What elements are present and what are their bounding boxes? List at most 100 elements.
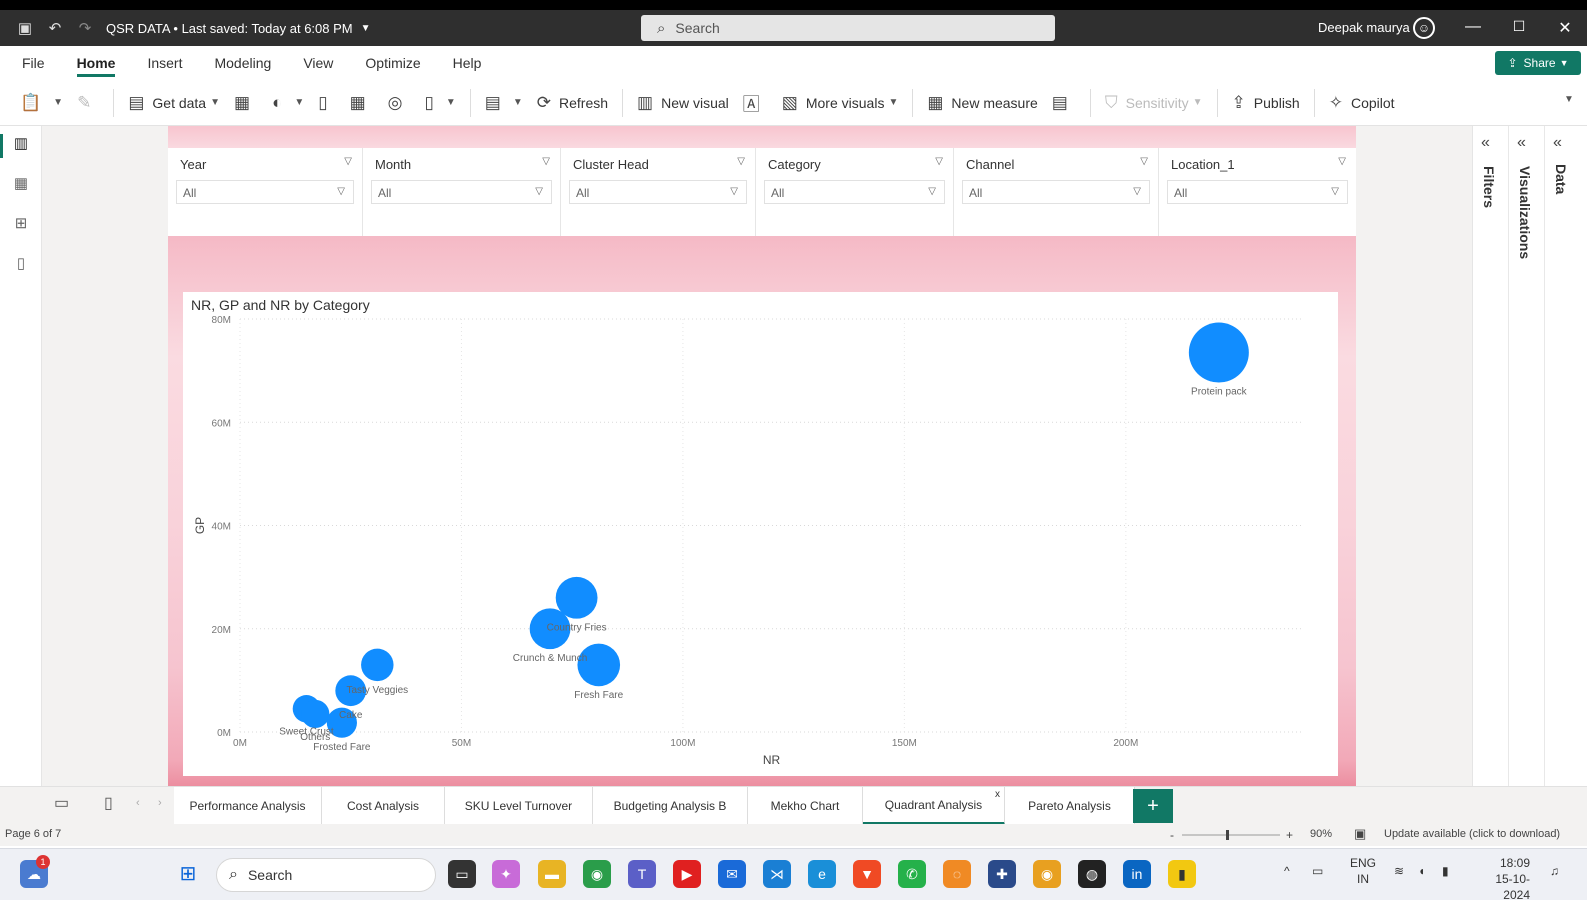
whatsapp-icon[interactable]: ✆ (898, 860, 926, 888)
menu-help[interactable]: Help (453, 49, 482, 77)
edge-icon[interactable]: e (808, 860, 836, 888)
tab-budgeting-analysis-b[interactable]: Budgeting Analysis B (593, 787, 748, 825)
add-page-button[interactable]: + (1133, 789, 1173, 823)
keyboard-icon[interactable]: ▭ (1312, 863, 1323, 879)
format-painter-button[interactable]: ✎ (77, 93, 99, 113)
menu-file[interactable]: File (22, 49, 45, 77)
collapse-data-icon[interactable]: « (1553, 134, 1562, 152)
bubble-protein-pack[interactable] (1188, 322, 1249, 383)
quick-measure-button[interactable]: ▤ (1052, 93, 1076, 113)
tab-scroll-left-icon[interactable]: ‹ (136, 797, 140, 809)
chrome-icon[interactable]: ◉ (583, 860, 611, 888)
update-available-link[interactable]: Update available (click to download) (1384, 828, 1560, 840)
undo-icon[interactable]: ↶ (40, 19, 70, 37)
mail-icon[interactable]: ✉ (718, 860, 746, 888)
teams-icon[interactable]: T (628, 860, 656, 888)
model-view-icon[interactable]: ⊞ (11, 214, 31, 234)
bubble-fresh-fare[interactable] (577, 643, 621, 687)
desktop-layout-icon[interactable]: ▭ (54, 793, 69, 813)
wifi-icon[interactable]: ≋ (1394, 863, 1404, 879)
vscode-icon[interactable]: ⋊ (763, 860, 791, 888)
power-bi-icon[interactable]: ▮ (1168, 860, 1196, 888)
publish-button[interactable]: ⇪ Publish (1232, 93, 1300, 113)
github-icon[interactable]: ◍ (1078, 860, 1106, 888)
close-tab-icon[interactable]: x (995, 789, 1000, 800)
minimize-icon[interactable]: — (1458, 18, 1488, 36)
more-visuals-button[interactable]: ▧ More visuals ▼ (782, 93, 899, 113)
jupyter-icon[interactable]: ◌ (943, 860, 971, 888)
text-box-button[interactable]: 🄰 (743, 90, 768, 115)
paste-button[interactable]: 📋 ▼ (20, 93, 63, 113)
share-button[interactable]: ⇪ Share ▼ (1495, 51, 1581, 75)
sensitivity-button[interactable]: ⛉ Sensitivity ▼ (1105, 93, 1203, 113)
tab-scroll-right-icon[interactable]: › (158, 797, 162, 809)
sql-button[interactable]: ▯ (318, 93, 335, 113)
windows-start-icon[interactable]: ⊞ (174, 860, 202, 888)
redo-icon[interactable]: ↷ (70, 19, 100, 37)
scatter-chart-visual[interactable]: NR, GP and NR by Category 0M 20M 40M 60M 80M… (183, 292, 1338, 776)
brave-icon[interactable]: ▼ (853, 860, 881, 888)
language-indicator[interactable]: ENG IN (1350, 855, 1376, 887)
fit-to-page-icon[interactable]: ▣ (1354, 826, 1366, 842)
tab-mekho-chart[interactable]: Mekho Chart (748, 787, 863, 825)
data-pane[interactable]: « Data (1545, 126, 1581, 796)
dax-query-view-icon[interactable]: ▯ (11, 254, 31, 274)
excel-button[interactable]: ▦ (234, 93, 258, 113)
menu-optimize[interactable]: Optimize (365, 49, 420, 77)
tab-quadrant-analysis[interactable]: Quadrant Analysis x (863, 787, 1005, 825)
filters-pane[interactable]: « Filters (1473, 126, 1509, 796)
user-avatar-icon[interactable]: ☺ (1413, 17, 1435, 39)
slicer-cluster-head-header-chevron-icon[interactable]: ▽ (737, 156, 745, 167)
slicer-month-dropdown[interactable]: All ▽ (371, 180, 552, 204)
linkedin-icon[interactable]: in (1123, 860, 1151, 888)
tab-sku-level-turnover[interactable]: SKU Level Turnover (445, 787, 593, 825)
close-icon[interactable]: ✕ (1550, 18, 1580, 38)
user-name[interactable]: Deepak maurya (1318, 20, 1410, 35)
ribbon-expand-chevron-icon[interactable]: ▼ (1560, 94, 1574, 105)
menu-modeling[interactable]: Modeling (214, 49, 271, 77)
onelake-button[interactable]: ◐ ▼ (272, 93, 304, 113)
new-visual-button[interactable]: ▥ New visual (637, 93, 729, 113)
slicer-category-dropdown[interactable]: All ▽ (764, 180, 945, 204)
collapse-visualizations-icon[interactable]: « (1517, 134, 1526, 152)
save-icon[interactable]: ▣ (10, 19, 40, 37)
table-view-icon[interactable]: ▦ (11, 174, 31, 194)
slicer-year-header-chevron-icon[interactable]: ▽ (344, 156, 352, 167)
new-measure-button[interactable]: ▦ New measure (927, 93, 1037, 113)
battery-icon[interactable]: ▮ (1442, 863, 1449, 879)
slicer-channel-dropdown[interactable]: All ▽ (962, 180, 1150, 204)
menu-home[interactable]: Home (76, 49, 115, 77)
mobile-layout-icon[interactable]: ▯ (104, 793, 113, 813)
show-hidden-icons-chevron-icon[interactable]: ^ (1284, 863, 1290, 879)
tab-performance-analysis[interactable]: Performance Analysis (174, 787, 322, 825)
scatter-chart-svg[interactable]: 0M 20M 40M 60M 80M 0M 50M 100M 150M 200M NR GP Prote… (183, 292, 1338, 776)
recent-sources-button[interactable]: ▯ ▼ (425, 93, 456, 113)
slicer-month-header-chevron-icon[interactable]: ▽ (542, 156, 550, 167)
clock[interactable]: 18:09 15-10-2024 (1470, 855, 1530, 900)
maximize-icon[interactable]: ☐ (1504, 18, 1534, 35)
get-data-button[interactable]: ▤ Get data ▼ (128, 93, 220, 113)
copilot-button[interactable]: ✧ Copilot (1329, 93, 1395, 113)
slicer-location-header-chevron-icon[interactable]: ▽ (1338, 156, 1346, 167)
tab-pareto-analysis[interactable]: Pareto Analysis (1005, 787, 1135, 825)
transform-data-button[interactable]: ▤ ▼ (485, 93, 523, 113)
menu-view[interactable]: View (303, 49, 333, 77)
document-title[interactable]: QSR DATA • Last saved: Today at 6:08 PM (106, 21, 353, 36)
zoom-level[interactable]: 90% (1310, 828, 1332, 840)
youtube-icon[interactable]: ▶ (673, 860, 701, 888)
file-explorer-icon[interactable]: ▬ (538, 860, 566, 888)
slicer-year-dropdown[interactable]: All ▽ (176, 180, 354, 204)
tab-cost-analysis[interactable]: Cost Analysis (322, 787, 445, 825)
slicer-cluster-head-dropdown[interactable]: All ▽ (569, 180, 747, 204)
refresh-button[interactable]: ⟳ Refresh (537, 93, 608, 113)
slicer-channel-header-chevron-icon[interactable]: ▽ (1140, 156, 1148, 167)
visualizations-pane[interactable]: « Visualizations (1509, 126, 1545, 796)
copilot-app-icon[interactable]: ✦ (492, 860, 520, 888)
enter-data-button[interactable]: ▦ (350, 93, 374, 113)
collapse-filters-icon[interactable]: « (1481, 134, 1490, 152)
volume-icon[interactable]: ◖ (1418, 863, 1425, 879)
dataverse-button[interactable]: ◎ (388, 93, 411, 113)
chrome-profile-icon[interactable]: ◉ (1033, 860, 1061, 888)
task-view-icon[interactable]: ▭ (448, 860, 476, 888)
menu-insert[interactable]: Insert (147, 49, 182, 77)
